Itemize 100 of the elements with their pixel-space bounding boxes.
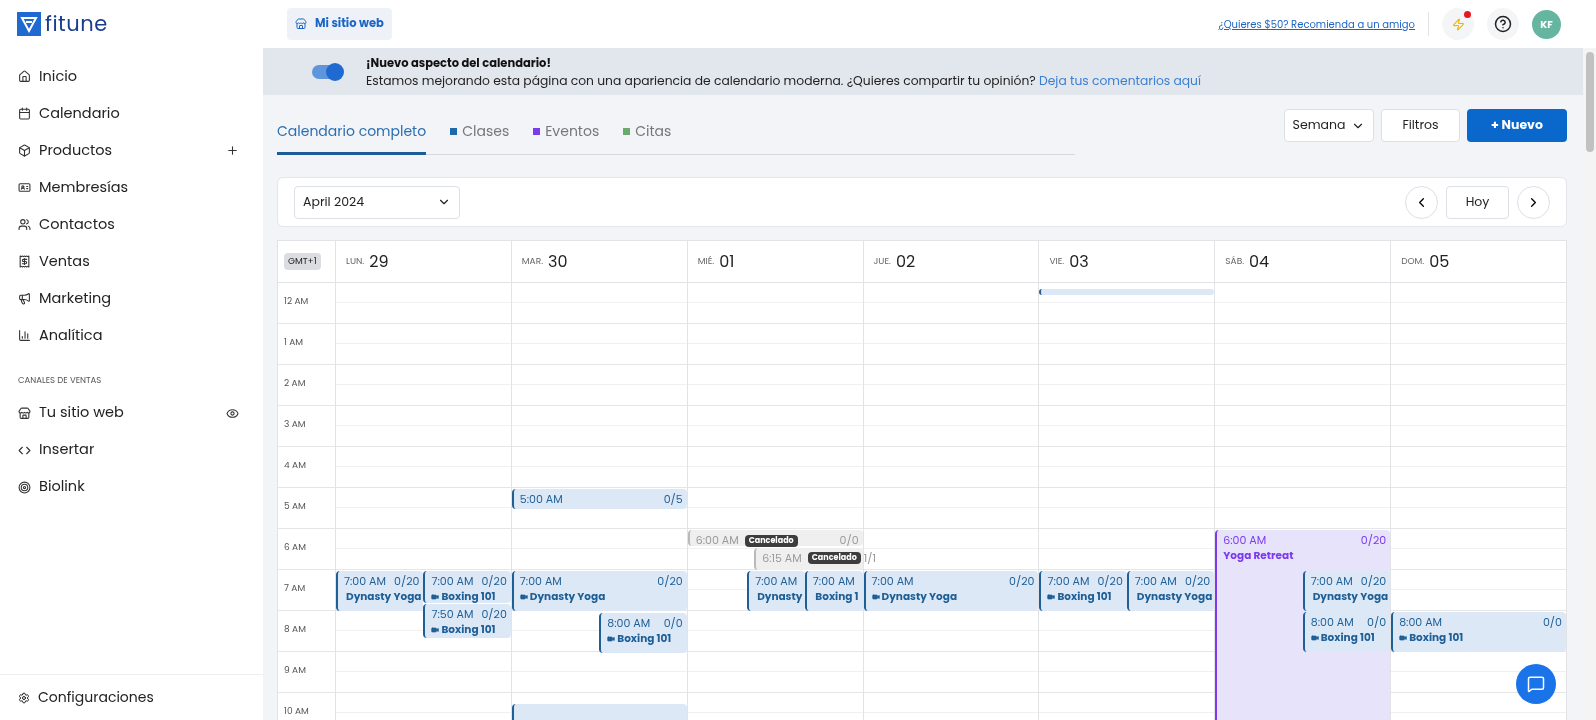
sidebar-item[interactable]: Insertar [0, 431, 263, 469]
hour-label: 12 AM [284, 295, 309, 307]
event-card[interactable]: 7:00 AM Boxing 1 [804, 571, 863, 611]
filter-tab[interactable]: Citas [623, 117, 672, 155]
event-capacity: 1/1 [862, 550, 876, 566]
camera-icon [519, 593, 528, 601]
event-name: Boxing 101 [1320, 631, 1375, 645]
event-name: Dynasty Yoga [881, 590, 957, 604]
sidebar-item[interactable]: Ventas [0, 243, 263, 280]
event-capacity: 0/20 [480, 606, 507, 622]
day-number: 04 [1249, 249, 1270, 274]
hour-label: 5 AM [284, 500, 306, 512]
hour-label: 4 AM [284, 459, 306, 471]
day-number: 03 [1069, 249, 1089, 274]
event-card[interactable]: 7:00 AM 0/20 Dynasty Yoga [1302, 571, 1391, 611]
event-card[interactable]: 8:00 AM 0/0 Boxing 101 [1302, 612, 1391, 652]
target-icon [18, 480, 31, 494]
event-name: Boxing 101 [617, 631, 672, 646]
event-capacity: 0/20 [656, 574, 683, 589]
sidebar-item[interactable]: Productos [0, 132, 263, 169]
event-time: 5:00 AM [519, 492, 563, 507]
event-time: 7:00 AM [812, 574, 855, 589]
eye-icon[interactable] [226, 406, 239, 420]
event-time: 8:00 AM [1399, 615, 1443, 630]
plus-icon[interactable] [226, 144, 239, 157]
sidebar-item[interactable]: Inicio [0, 58, 263, 95]
feedback-link[interactable]: Deja tus comentarios aquí [1039, 71, 1201, 89]
settings-item[interactable]: Configuraciones [18, 687, 154, 708]
filter-tab[interactable]: Calendario completo [277, 117, 427, 155]
referral-link[interactable]: ¿Quieres $50? Recomienda a un amigo [1218, 16, 1415, 32]
event-capacity: 0/5 [662, 492, 683, 507]
event-card[interactable]: 6:00 AM Cancelado 0/0 [687, 530, 863, 547]
calendar-icon [18, 107, 31, 120]
day-number: 01 [719, 249, 735, 274]
event-card[interactable]: 7:00 AM 0/20 Boxing 101 [1039, 571, 1127, 611]
hour-label: 2 AM [284, 377, 306, 389]
weekday-label: MAR. [521, 254, 544, 269]
event-capacity: 0/20 [1359, 574, 1387, 589]
today-button[interactable]: Hoy [1446, 185, 1509, 219]
event-capacity: 0/20 [1183, 574, 1211, 589]
event-capacity: 0/0 [662, 615, 683, 631]
banner-text: Estamos mejorando esta página con una apariencia de calendario moderna. ¿Quieres compartir tu opinión? Deja tus comentarios aquí [366, 71, 1201, 90]
status-badge: Cancelado [807, 552, 861, 565]
card-icon [18, 181, 31, 194]
event-time: 7:00 AM [1047, 574, 1090, 589]
filter-tab[interactable]: Clases [450, 117, 510, 155]
brand-name: fitune [45, 8, 108, 40]
lightning-button[interactable] [1442, 8, 1474, 40]
event-card[interactable]: 8:00 AM 0/0 Boxing 101 [599, 612, 687, 653]
help-icon [1494, 15, 1512, 33]
filter-tab[interactable]: Eventos [533, 117, 600, 155]
sidebar-item[interactable]: Tu sitio web [0, 394, 263, 432]
sidebar-item[interactable]: Marketing [0, 280, 263, 317]
event-card[interactable]: 7:50 AM 0/20 Boxing 101 [423, 603, 511, 638]
event-capacity: 0/0 [838, 533, 859, 548]
event-time: 7:00 AM [431, 574, 474, 589]
event-card[interactable]: 7:00 AM 0/20 Dynasty Yoga [336, 571, 424, 611]
event-name: Dynasty Yoga [346, 590, 422, 604]
toggle-switch[interactable] [312, 64, 342, 79]
event-card[interactable]: 7:00 AM 0/20 Dynasty Yoga [863, 571, 1039, 611]
day-number: 29 [369, 249, 389, 274]
hour-label: 6 AM [284, 541, 306, 553]
event-card[interactable]: 7:00 AM Dynasty [747, 571, 805, 611]
event-card[interactable]: 5:00 AM 0/5 [511, 489, 687, 509]
camera-icon [1310, 634, 1319, 642]
view-select[interactable]: Semana [1284, 109, 1374, 142]
settings-icon [18, 691, 30, 704]
bar-chart-icon [18, 329, 31, 342]
sidebar-item[interactable]: Analítica [0, 317, 263, 354]
sidebar-item[interactable]: Calendario [0, 95, 263, 132]
month-select[interactable]: April 2024 [294, 185, 460, 219]
site-button[interactable]: Mi sitio web [287, 8, 392, 40]
event-card[interactable]: 7:00 AM 0/20 Dynasty Yoga [511, 571, 687, 611]
event-card[interactable]: 8:00 AM 0/0 Boxing 101 [1391, 612, 1566, 652]
sidebar-item[interactable]: Contactos [0, 206, 263, 243]
event-card[interactable]: 7:00 AM 0/20 Dynasty Yoga [1126, 571, 1215, 611]
event-name: Dynasty [757, 590, 803, 604]
weekday-label: LUN. [346, 254, 365, 269]
help-button[interactable] [1487, 8, 1519, 40]
event-capacity: 0/0 [1541, 615, 1562, 630]
event-name: Boxing 101 [441, 590, 496, 604]
hour-label: 7 AM [284, 582, 306, 594]
event-card[interactable]: 7:00 AM 0/20 Boxing 101 [423, 571, 511, 603]
day-number: 02 [895, 249, 916, 274]
home-icon [18, 70, 31, 83]
sidebar-item[interactable]: Biolink [0, 468, 263, 506]
sidebar-item[interactable]: Membresías [0, 169, 263, 206]
event-time: 7:00 AM [755, 574, 798, 589]
camera-icon [1399, 634, 1408, 642]
section-title: CANALES DE VENTAS [17, 374, 103, 387]
weekday-label: SÁB. [1225, 254, 1245, 269]
event-time: 6:15 AM [762, 550, 802, 566]
box-icon [18, 144, 31, 157]
event-name: Dynasty Yoga [1312, 590, 1389, 604]
filters-button[interactable]: Filtros [1381, 109, 1460, 142]
new-button[interactable]: + Nuevo [1467, 109, 1567, 142]
scrollbar[interactable] [1583, 48, 1596, 720]
event-capacity: 0/20 [1008, 574, 1035, 589]
chat-icon [1527, 675, 1545, 693]
weekday-label: JUE. [873, 254, 891, 269]
